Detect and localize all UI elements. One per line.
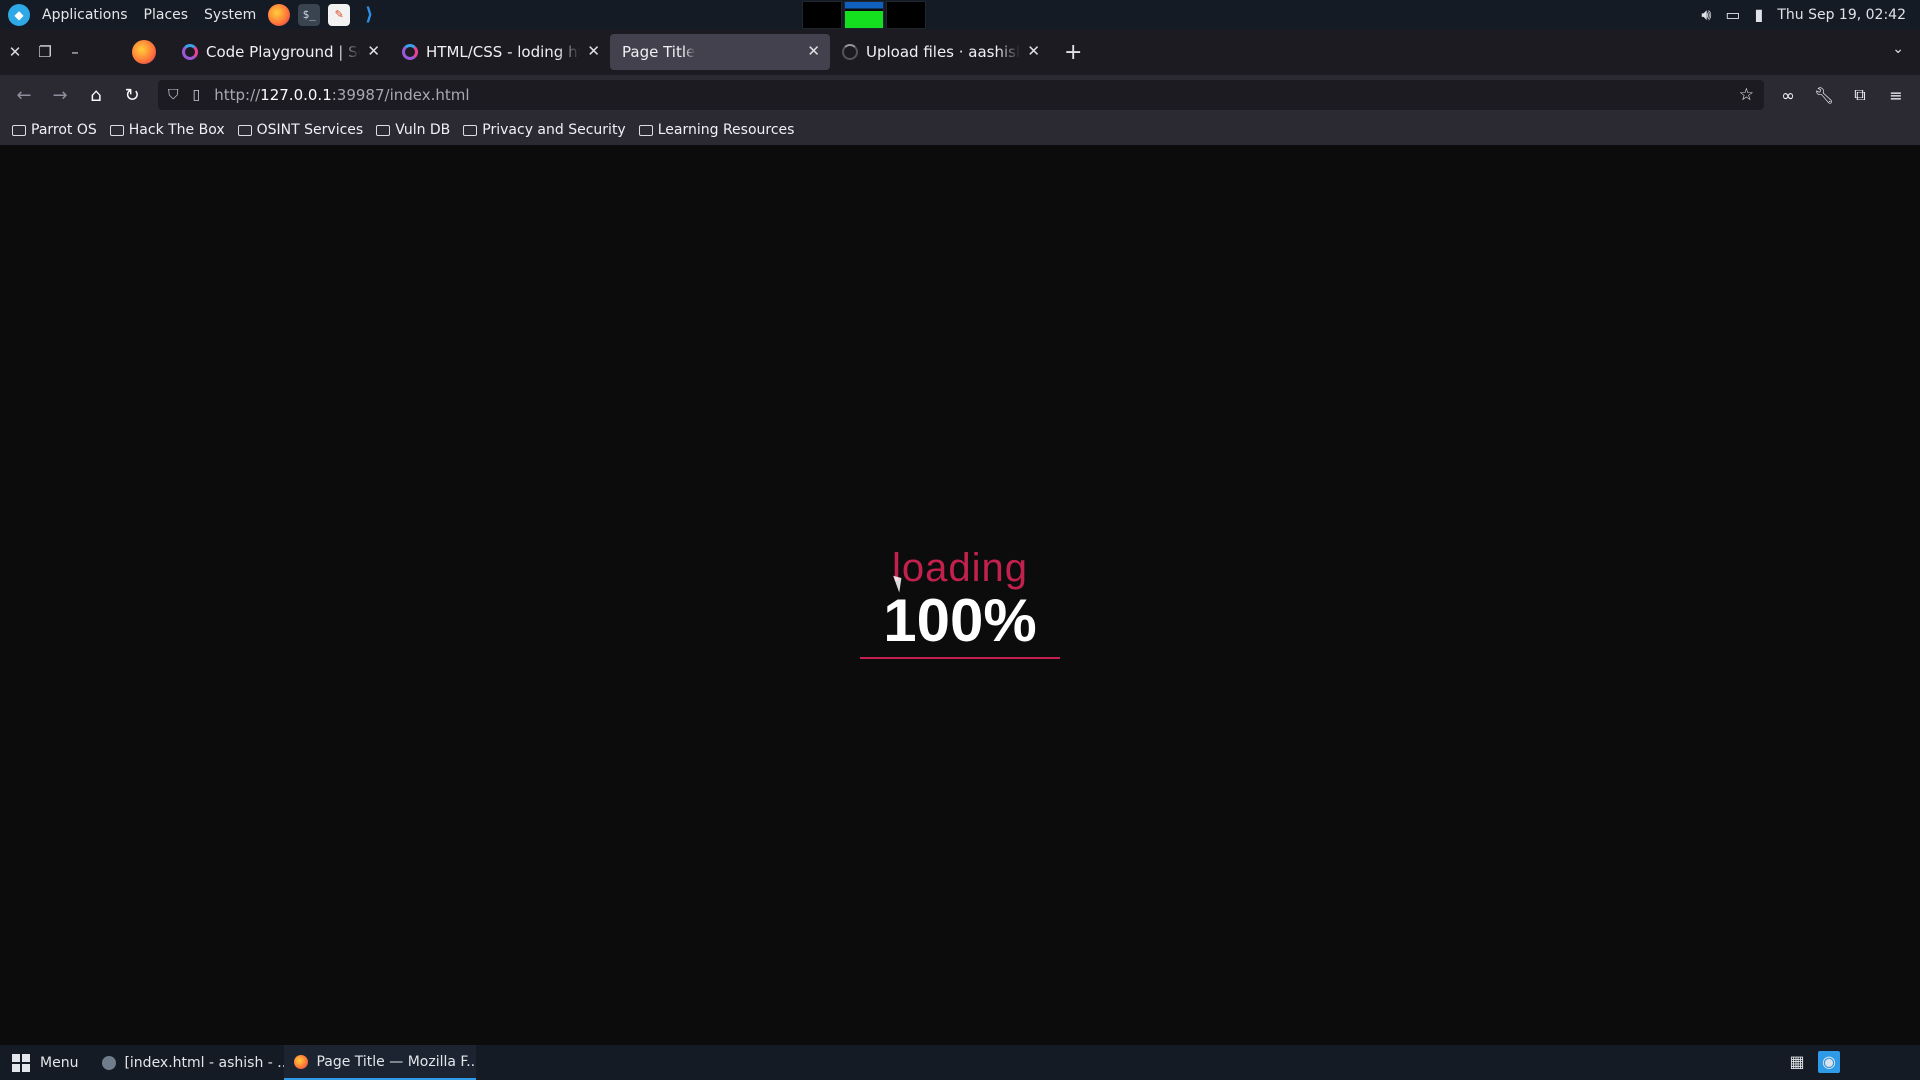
browser-tab-bar: ✕ ❐ – Code Playground | Sololearn ✕ HTML…: [0, 29, 1920, 75]
mask-icon[interactable]: ∞: [1770, 86, 1806, 105]
loading-spinner-icon: [842, 44, 858, 60]
bookmark-learning-resources[interactable]: Learning Resources: [638, 122, 795, 138]
toolbar-right: ∞ 🔧︎ ⧉ ≡: [1770, 75, 1914, 115]
forward-icon[interactable]: →: [42, 85, 78, 106]
bottom-taskbar: Menu [index.html - ashish - ... Page Tit…: [0, 1045, 1920, 1080]
page-viewport: loading 100%: [0, 145, 1920, 1045]
tab-html-css[interactable]: HTML/CSS - loding html CSS ✕: [390, 34, 610, 70]
taskbar-tray: ▦ ◉: [1786, 1051, 1840, 1073]
firefox-view-icon[interactable]: [132, 40, 156, 64]
workspace-2[interactable]: [844, 1, 884, 29]
bookmark-label: OSINT Services: [256, 122, 364, 138]
bookmark-label: Parrot OS: [31, 122, 97, 138]
url-host: 127.0.0.1: [260, 86, 332, 104]
hamburger-menu-icon[interactable]: ≡: [1878, 86, 1914, 105]
loading-progress-fill: [860, 657, 1060, 659]
folder-icon: [463, 124, 478, 136]
tab-title: Page Title: [622, 43, 696, 61]
sololearn-icon: [182, 44, 198, 60]
extensions-icon[interactable]: ⧉: [1842, 85, 1878, 105]
battery-icon[interactable]: ▮: [1755, 5, 1764, 24]
firefox-launcher-icon[interactable]: [268, 3, 291, 26]
bookmark-label: Hack The Box: [128, 122, 225, 138]
task-title: Page Title — Mozilla F...: [316, 1053, 477, 1070]
tab-upload-files[interactable]: Upload files · aashishraaz ✕: [830, 34, 1050, 70]
new-tab-icon[interactable]: +: [1064, 40, 1082, 65]
bookmark-label: Learning Resources: [657, 122, 795, 138]
bookmark-parrot-os[interactable]: Parrot OS: [12, 122, 97, 138]
terminal-launcher-icon[interactable]: $_: [298, 3, 321, 26]
start-menu-label: Menu: [40, 1054, 79, 1071]
back-icon[interactable]: ←: [6, 85, 42, 106]
url-path: :39987/index.html: [331, 86, 470, 104]
navigation-toolbar: ← → ⌂ ↻ ⛉ ▯ http://127.0.0.1:39987/index…: [0, 75, 1920, 115]
page-icon[interactable]: ▯: [193, 87, 201, 103]
tab-title: Code Playground | Sololearn: [206, 43, 360, 61]
folder-icon: [376, 124, 391, 136]
tab-close-icon[interactable]: ✕: [367, 42, 380, 60]
chevron-down-icon[interactable]: ⌄: [1892, 41, 1904, 57]
vscode-launcher-icon[interactable]: ⟩: [358, 4, 380, 26]
loading-progress-bar: [860, 657, 1060, 659]
tab-close-icon[interactable]: ✕: [807, 42, 820, 60]
reload-icon[interactable]: ↻: [114, 85, 150, 106]
task-vscode[interactable]: [index.html - ashish - ...: [92, 1045, 284, 1080]
wrench-icon[interactable]: 🔧︎: [1806, 86, 1842, 105]
system-tray: 🔊︎ ▭ ▮ Thu Sep 19, 02:42: [1701, 0, 1920, 29]
shield-icon[interactable]: ⛉: [168, 87, 179, 103]
start-menu-button[interactable]: Menu: [0, 1045, 92, 1080]
home-icon[interactable]: ⌂: [78, 85, 114, 106]
firefox-icon: [294, 1054, 309, 1069]
menu-places[interactable]: Places: [136, 0, 197, 29]
tab-title: HTML/CSS - loding html CSS: [426, 43, 580, 61]
workspace-3[interactable]: [886, 1, 926, 29]
workspace-switcher: [802, 1, 926, 29]
bookmark-hack-the-box[interactable]: Hack The Box: [109, 122, 225, 138]
task-title: [index.html - ashish - ...: [124, 1054, 285, 1071]
bookmark-osint-services[interactable]: OSINT Services: [237, 122, 364, 138]
bookmark-star-icon[interactable]: ☆: [1739, 85, 1754, 105]
folder-icon: [109, 124, 124, 136]
grid-menu-icon: [12, 1053, 30, 1072]
url-scheme: http://: [214, 86, 261, 104]
firefox-tray-icon[interactable]: ◉: [1818, 1051, 1840, 1073]
tab-close-icon[interactable]: ✕: [1027, 42, 1040, 60]
folder-icon: [237, 124, 252, 136]
folder-icon: [638, 124, 653, 136]
window-restore-icon[interactable]: ❐: [30, 43, 60, 61]
loading-percent: 100%: [883, 587, 1037, 654]
workspace-1[interactable]: [802, 1, 842, 29]
screenshot-tool-icon[interactable]: ▦: [1786, 1051, 1808, 1073]
parrot-logo-icon[interactable]: ◆: [8, 3, 30, 26]
display-icon[interactable]: ▭: [1725, 5, 1740, 24]
url-bar[interactable]: ⛉ ▯ http://127.0.0.1:39987/index.html ☆: [158, 80, 1764, 110]
bookmark-label: Vuln DB: [395, 122, 451, 138]
vscode-icon: [102, 1055, 117, 1070]
menu-applications[interactable]: Applications: [34, 0, 136, 29]
loading-indicator: loading 100%: [860, 545, 1060, 659]
bookmark-label: Privacy and Security: [482, 122, 626, 138]
tab-page-title[interactable]: Page Title ✕: [610, 34, 830, 70]
text-editor-launcher-icon[interactable]: ✎: [328, 3, 351, 26]
folder-icon: [12, 124, 26, 136]
sololearn-icon: [402, 44, 418, 60]
window-minimize-icon[interactable]: –: [60, 43, 90, 61]
clock[interactable]: Thu Sep 19, 02:42: [1777, 7, 1906, 23]
task-firefox[interactable]: Page Title — Mozilla F...: [284, 1045, 477, 1080]
window-close-icon[interactable]: ✕: [0, 43, 30, 61]
loading-label: loading: [891, 546, 1028, 590]
bookmark-vuln-db[interactable]: Vuln DB: [376, 122, 450, 138]
tab-title: Upload files · aashishraaz: [866, 43, 1020, 61]
bookmarks-bar: Parrot OS Hack The Box OSINT Services Vu…: [0, 115, 1920, 145]
system-top-panel: ◆ Applications Places System $_ ✎ ⟩ 🔊︎ ▭…: [0, 0, 1920, 29]
tab-close-icon[interactable]: ✕: [587, 42, 600, 60]
bookmark-privacy-security[interactable]: Privacy and Security: [463, 122, 626, 138]
volume-icon[interactable]: 🔊︎: [1701, 5, 1711, 25]
menu-system[interactable]: System: [196, 0, 264, 29]
tab-code-playground[interactable]: Code Playground | Sololearn ✕: [170, 34, 390, 70]
